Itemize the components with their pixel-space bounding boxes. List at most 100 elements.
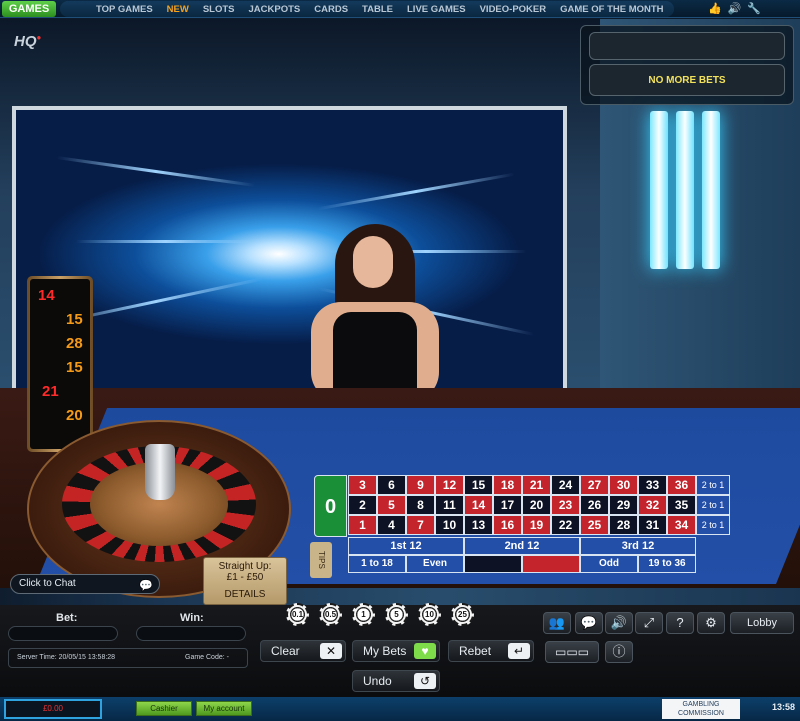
bet-spot-zero[interactable]: 0 (314, 475, 347, 537)
bet-label: Bet: (56, 612, 78, 624)
bet-spot-number[interactable]: 19 (522, 515, 551, 535)
wrench-icon[interactable]: 🔧 (747, 2, 761, 15)
bet-spot-number[interactable]: 24 (551, 475, 580, 495)
column-bet-middle[interactable]: 2 to 1 (696, 495, 730, 515)
bet-spot-number[interactable]: 14 (464, 495, 493, 515)
bet-spot-number[interactable]: 4 (377, 515, 406, 535)
chip-rack-icon[interactable]: ▭▭▭ (545, 641, 599, 663)
bet-spot-number[interactable]: 6 (377, 475, 406, 495)
bet-spot-2nd-12[interactable]: 2nd 12 (464, 537, 580, 555)
win-label: Win: (180, 612, 204, 624)
thumbs-up-icon[interactable]: 👍 (708, 2, 722, 15)
bet-spot-number[interactable]: 32 (638, 495, 667, 515)
menu-table[interactable]: TABLE (362, 4, 393, 15)
bet-spot-black[interactable] (464, 555, 522, 573)
bet-spot-number[interactable]: 29 (609, 495, 638, 515)
bet-spot-number[interactable]: 21 (522, 475, 551, 495)
top-navigation: GAMES TOP GAMES NEW SLOTS JACKPOTS CARDS… (0, 0, 800, 18)
bet-spot-even[interactable]: Even (406, 555, 464, 573)
chip-25[interactable]: 25 (451, 603, 474, 626)
chip-0-1[interactable]: 0.1 (286, 603, 309, 626)
bet-spot-1-to-18[interactable]: 1 to 18 (348, 555, 406, 573)
bet-spot-number[interactable]: 5 (377, 495, 406, 515)
bet-spot-number[interactable]: 18 (493, 475, 522, 495)
bet-spot-3rd-12[interactable]: 3rd 12 (580, 537, 696, 555)
close-icon: ✕ (320, 643, 342, 659)
chat-bar[interactable]: Click to Chat 💬 (10, 574, 160, 594)
gambling-commission-logo[interactable]: GAMBLING COMMISSION (662, 699, 740, 719)
bet-spot-number[interactable]: 26 (580, 495, 609, 515)
outside-bets: 1 to 18 Even Odd 19 to 36 (348, 555, 696, 573)
bet-spot-number[interactable]: 22 (551, 515, 580, 535)
fullscreen-icon[interactable]: ⤢ (635, 612, 663, 634)
light-tubes (650, 111, 720, 269)
menu-cards[interactable]: CARDS (314, 4, 348, 15)
menu-top-games[interactable]: TOP GAMES (96, 4, 153, 15)
menu-live-games[interactable]: LIVE GAMES (407, 4, 466, 15)
bet-spot-number[interactable]: 35 (667, 495, 696, 515)
help-icon[interactable]: ? (666, 612, 694, 634)
chat-bubble-icon[interactable]: 💬 (139, 577, 153, 595)
menu-new[interactable]: NEW (167, 4, 189, 15)
bet-spot-number[interactable]: 28 (609, 515, 638, 535)
rebet-button[interactable]: Rebet ↵ (448, 640, 534, 662)
settings-gear-icon[interactable]: ⚙ (697, 612, 725, 634)
games-button[interactable]: GAMES (2, 1, 56, 17)
menu-slots[interactable]: SLOTS (203, 4, 235, 15)
bet-spot-number[interactable]: 11 (435, 495, 464, 515)
tips-box[interactable]: TIPS (310, 542, 332, 578)
bet-spot-number[interactable]: 23 (551, 495, 580, 515)
heart-icon: ♥ (414, 643, 436, 659)
bet-spot-number[interactable]: 31 (638, 515, 667, 535)
bet-spot-number[interactable]: 25 (580, 515, 609, 535)
bet-spot-number[interactable]: 13 (464, 515, 493, 535)
bet-spot-number[interactable]: 10 (435, 515, 464, 535)
bet-spot-1st-12[interactable]: 1st 12 (348, 537, 464, 555)
bet-spot-number[interactable]: 36 (667, 475, 696, 495)
bet-spot-number[interactable]: 7 (406, 515, 435, 535)
menu-video-poker[interactable]: VIDEO-POKER (480, 4, 547, 15)
limits-details-link[interactable]: DETAILS (204, 589, 286, 600)
players-icon[interactable]: 👥 (543, 612, 571, 634)
bet-spot-number[interactable]: 27 (580, 475, 609, 495)
status-message: NO MORE BETS (589, 64, 785, 96)
menu-jackpots[interactable]: JACKPOTS (249, 4, 301, 15)
chat-icon[interactable]: 💬 (575, 612, 603, 634)
my-bets-button[interactable]: My Bets ♥ (352, 640, 440, 662)
info-icon[interactable]: ⓘ (605, 641, 633, 663)
bet-spot-number[interactable]: 3 (348, 475, 377, 495)
bet-spot-number[interactable]: 17 (493, 495, 522, 515)
bet-spot-number[interactable]: 2 (348, 495, 377, 515)
bet-spot-red[interactable] (522, 555, 580, 573)
bet-spot-19-to-36[interactable]: 19 to 36 (638, 555, 696, 573)
chip-5[interactable]: 5 (385, 603, 408, 626)
menu-game-of-the-month[interactable]: GAME OF THE MONTH (560, 4, 663, 15)
bet-spot-odd[interactable]: Odd (580, 555, 638, 573)
bet-spot-number[interactable]: 9 (406, 475, 435, 495)
bet-spot-number[interactable]: 15 (464, 475, 493, 495)
sound-icon[interactable]: 🔊 (605, 612, 633, 634)
column-bet-bottom[interactable]: 2 to 1 (696, 515, 730, 535)
bet-spot-number[interactable]: 16 (493, 515, 522, 535)
bet-spot-number[interactable]: 8 (406, 495, 435, 515)
undo-button[interactable]: Undo ↺ (352, 670, 440, 692)
my-account-button[interactable]: My account (196, 701, 252, 716)
chip-0-5[interactable]: 0.5 (319, 603, 342, 626)
history-number: 21 (42, 383, 59, 400)
column-bet-top[interactable]: 2 to 1 (696, 475, 730, 495)
bet-spot-number[interactable]: 1 (348, 515, 377, 535)
clear-button[interactable]: Clear ✕ (260, 640, 346, 662)
bet-spot-number[interactable]: 12 (435, 475, 464, 495)
bet-spot-number[interactable]: 34 (667, 515, 696, 535)
bet-spot-number[interactable]: 33 (638, 475, 667, 495)
clock: 13:58 (772, 702, 796, 712)
history-number: 14 (38, 287, 55, 304)
chip-1[interactable]: 1 (352, 603, 375, 626)
bet-spot-number[interactable]: 20 (522, 495, 551, 515)
chip-10[interactable]: 10 (418, 603, 441, 626)
bet-spot-number[interactable]: 30 (609, 475, 638, 495)
table-limits-card[interactable]: Straight Up: £1 - £50 DETAILS (203, 557, 287, 605)
speaker-icon[interactable]: 🔊 (728, 2, 742, 15)
cashier-button[interactable]: Cashier (136, 701, 192, 716)
lobby-button[interactable]: Lobby (730, 612, 794, 634)
